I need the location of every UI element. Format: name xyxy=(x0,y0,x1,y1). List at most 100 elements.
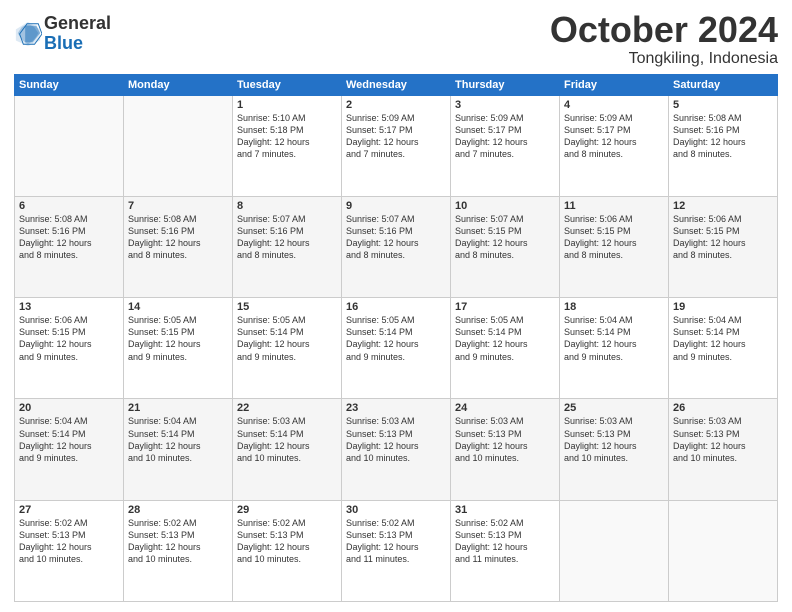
calendar-week-2: 6Sunrise: 5:08 AMSunset: 5:16 PMDaylight… xyxy=(15,196,778,297)
day-number: 26 xyxy=(673,402,773,414)
day-number: 3 xyxy=(455,99,555,111)
calendar-cell: 21Sunrise: 5:04 AMSunset: 5:14 PMDayligh… xyxy=(124,399,233,500)
day-info: Sunrise: 5:04 AMSunset: 5:14 PMDaylight:… xyxy=(128,415,228,464)
day-number: 29 xyxy=(237,504,337,516)
day-info: Sunrise: 5:09 AMSunset: 5:17 PMDaylight:… xyxy=(455,112,555,161)
day-number: 30 xyxy=(346,504,446,516)
day-info: Sunrise: 5:02 AMSunset: 5:13 PMDaylight:… xyxy=(346,517,446,566)
calendar-header-saturday: Saturday xyxy=(669,74,778,95)
day-number: 8 xyxy=(237,200,337,212)
subtitle: Tongkiling, Indonesia xyxy=(550,50,778,68)
day-info: Sunrise: 5:08 AMSunset: 5:16 PMDaylight:… xyxy=(673,112,773,161)
day-info: Sunrise: 5:03 AMSunset: 5:13 PMDaylight:… xyxy=(346,415,446,464)
day-number: 27 xyxy=(19,504,119,516)
day-number: 13 xyxy=(19,301,119,313)
day-info: Sunrise: 5:05 AMSunset: 5:15 PMDaylight:… xyxy=(128,314,228,363)
day-info: Sunrise: 5:05 AMSunset: 5:14 PMDaylight:… xyxy=(346,314,446,363)
day-info: Sunrise: 5:02 AMSunset: 5:13 PMDaylight:… xyxy=(237,517,337,566)
logo-icon xyxy=(14,20,42,48)
calendar-header-row: SundayMondayTuesdayWednesdayThursdayFrid… xyxy=(15,74,778,95)
day-number: 5 xyxy=(673,99,773,111)
calendar-cell: 31Sunrise: 5:02 AMSunset: 5:13 PMDayligh… xyxy=(451,500,560,601)
day-number: 11 xyxy=(564,200,664,212)
day-number: 7 xyxy=(128,200,228,212)
calendar-cell: 22Sunrise: 5:03 AMSunset: 5:14 PMDayligh… xyxy=(233,399,342,500)
day-info: Sunrise: 5:09 AMSunset: 5:17 PMDaylight:… xyxy=(564,112,664,161)
day-info: Sunrise: 5:04 AMSunset: 5:14 PMDaylight:… xyxy=(673,314,773,363)
day-info: Sunrise: 5:06 AMSunset: 5:15 PMDaylight:… xyxy=(673,213,773,262)
day-number: 4 xyxy=(564,99,664,111)
calendar-cell: 5Sunrise: 5:08 AMSunset: 5:16 PMDaylight… xyxy=(669,95,778,196)
day-number: 12 xyxy=(673,200,773,212)
day-info: Sunrise: 5:02 AMSunset: 5:13 PMDaylight:… xyxy=(455,517,555,566)
month-title: October 2024 xyxy=(550,10,778,50)
calendar-cell: 24Sunrise: 5:03 AMSunset: 5:13 PMDayligh… xyxy=(451,399,560,500)
calendar-cell: 23Sunrise: 5:03 AMSunset: 5:13 PMDayligh… xyxy=(342,399,451,500)
day-number: 24 xyxy=(455,402,555,414)
calendar-cell: 12Sunrise: 5:06 AMSunset: 5:15 PMDayligh… xyxy=(669,196,778,297)
day-info: Sunrise: 5:03 AMSunset: 5:14 PMDaylight:… xyxy=(237,415,337,464)
day-info: Sunrise: 5:05 AMSunset: 5:14 PMDaylight:… xyxy=(455,314,555,363)
day-number: 14 xyxy=(128,301,228,313)
calendar-cell: 26Sunrise: 5:03 AMSunset: 5:13 PMDayligh… xyxy=(669,399,778,500)
day-number: 10 xyxy=(455,200,555,212)
day-number: 21 xyxy=(128,402,228,414)
title-area: October 2024 Tongkiling, Indonesia xyxy=(550,10,778,68)
calendar-header-friday: Friday xyxy=(560,74,669,95)
header: General Blue October 2024 Tongkiling, In… xyxy=(14,10,778,68)
logo-line2: Blue xyxy=(44,34,111,54)
calendar-header-wednesday: Wednesday xyxy=(342,74,451,95)
calendar-cell: 29Sunrise: 5:02 AMSunset: 5:13 PMDayligh… xyxy=(233,500,342,601)
calendar-header-monday: Monday xyxy=(124,74,233,95)
day-number: 2 xyxy=(346,99,446,111)
calendar-week-3: 13Sunrise: 5:06 AMSunset: 5:15 PMDayligh… xyxy=(15,298,778,399)
calendar-cell: 1Sunrise: 5:10 AMSunset: 5:18 PMDaylight… xyxy=(233,95,342,196)
calendar-cell: 18Sunrise: 5:04 AMSunset: 5:14 PMDayligh… xyxy=(560,298,669,399)
calendar-cell: 9Sunrise: 5:07 AMSunset: 5:16 PMDaylight… xyxy=(342,196,451,297)
day-info: Sunrise: 5:06 AMSunset: 5:15 PMDaylight:… xyxy=(564,213,664,262)
calendar-cell xyxy=(669,500,778,601)
calendar-cell: 13Sunrise: 5:06 AMSunset: 5:15 PMDayligh… xyxy=(15,298,124,399)
calendar-cell: 14Sunrise: 5:05 AMSunset: 5:15 PMDayligh… xyxy=(124,298,233,399)
day-number: 15 xyxy=(237,301,337,313)
calendar-cell: 15Sunrise: 5:05 AMSunset: 5:14 PMDayligh… xyxy=(233,298,342,399)
calendar-cell: 7Sunrise: 5:08 AMSunset: 5:16 PMDaylight… xyxy=(124,196,233,297)
calendar-cell: 3Sunrise: 5:09 AMSunset: 5:17 PMDaylight… xyxy=(451,95,560,196)
day-info: Sunrise: 5:08 AMSunset: 5:16 PMDaylight:… xyxy=(19,213,119,262)
day-number: 25 xyxy=(564,402,664,414)
calendar-cell: 4Sunrise: 5:09 AMSunset: 5:17 PMDaylight… xyxy=(560,95,669,196)
calendar-cell: 20Sunrise: 5:04 AMSunset: 5:14 PMDayligh… xyxy=(15,399,124,500)
day-info: Sunrise: 5:08 AMSunset: 5:16 PMDaylight:… xyxy=(128,213,228,262)
day-info: Sunrise: 5:02 AMSunset: 5:13 PMDaylight:… xyxy=(128,517,228,566)
day-info: Sunrise: 5:05 AMSunset: 5:14 PMDaylight:… xyxy=(237,314,337,363)
calendar-cell: 17Sunrise: 5:05 AMSunset: 5:14 PMDayligh… xyxy=(451,298,560,399)
calendar-header-sunday: Sunday xyxy=(15,74,124,95)
calendar-header-tuesday: Tuesday xyxy=(233,74,342,95)
calendar-cell xyxy=(124,95,233,196)
day-number: 16 xyxy=(346,301,446,313)
calendar-cell: 27Sunrise: 5:02 AMSunset: 5:13 PMDayligh… xyxy=(15,500,124,601)
calendar-week-5: 27Sunrise: 5:02 AMSunset: 5:13 PMDayligh… xyxy=(15,500,778,601)
day-info: Sunrise: 5:04 AMSunset: 5:14 PMDaylight:… xyxy=(564,314,664,363)
day-info: Sunrise: 5:02 AMSunset: 5:13 PMDaylight:… xyxy=(19,517,119,566)
calendar-cell: 10Sunrise: 5:07 AMSunset: 5:15 PMDayligh… xyxy=(451,196,560,297)
calendar-cell: 28Sunrise: 5:02 AMSunset: 5:13 PMDayligh… xyxy=(124,500,233,601)
calendar-cell: 25Sunrise: 5:03 AMSunset: 5:13 PMDayligh… xyxy=(560,399,669,500)
day-info: Sunrise: 5:03 AMSunset: 5:13 PMDaylight:… xyxy=(673,415,773,464)
calendar-cell xyxy=(560,500,669,601)
logo: General Blue xyxy=(14,14,111,54)
day-number: 18 xyxy=(564,301,664,313)
day-number: 20 xyxy=(19,402,119,414)
day-info: Sunrise: 5:03 AMSunset: 5:13 PMDaylight:… xyxy=(564,415,664,464)
day-info: Sunrise: 5:10 AMSunset: 5:18 PMDaylight:… xyxy=(237,112,337,161)
calendar-cell: 16Sunrise: 5:05 AMSunset: 5:14 PMDayligh… xyxy=(342,298,451,399)
day-number: 9 xyxy=(346,200,446,212)
calendar-cell: 8Sunrise: 5:07 AMSunset: 5:16 PMDaylight… xyxy=(233,196,342,297)
day-info: Sunrise: 5:04 AMSunset: 5:14 PMDaylight:… xyxy=(19,415,119,464)
day-number: 17 xyxy=(455,301,555,313)
day-info: Sunrise: 5:07 AMSunset: 5:16 PMDaylight:… xyxy=(346,213,446,262)
calendar-header-thursday: Thursday xyxy=(451,74,560,95)
day-info: Sunrise: 5:06 AMSunset: 5:15 PMDaylight:… xyxy=(19,314,119,363)
logo-line1: General xyxy=(44,14,111,34)
day-number: 6 xyxy=(19,200,119,212)
